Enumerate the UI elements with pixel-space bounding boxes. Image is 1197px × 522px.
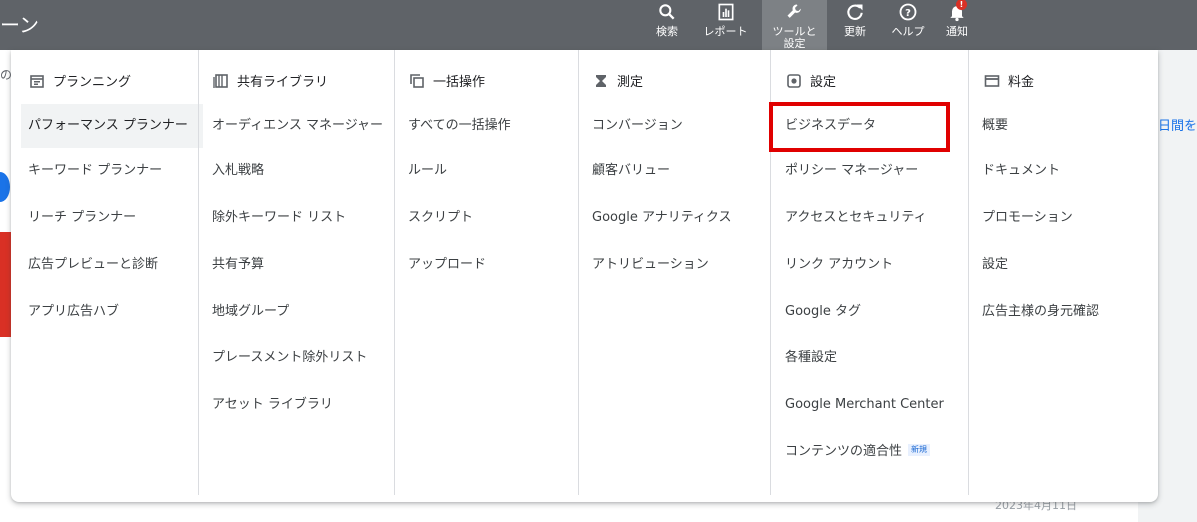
menu-item-google-merchant-center[interactable]: Google Merchant Center xyxy=(771,383,944,427)
menu-column-bulk-actions: 一括操作 すべての一括操作 ルール スクリプト アップロード xyxy=(394,50,579,495)
column-heading-label: 測定 xyxy=(617,75,644,90)
menu-item-promotions[interactable]: プロモーション xyxy=(969,196,1073,240)
search-button[interactable]: 検索 xyxy=(650,0,684,50)
column-heading-measurement: 測定 xyxy=(593,71,643,90)
menu-item-ad-preview[interactable]: 広告プレビューと診断 xyxy=(11,243,158,287)
column-heading-label: 料金 xyxy=(1008,75,1035,90)
background-date-range-link[interactable]: 日間を xyxy=(1158,115,1197,134)
column-heading-label: 共有ライブラリ xyxy=(237,75,329,90)
column-heading-bulk-actions: 一括操作 xyxy=(409,71,485,90)
column-heading-setup: 設定 xyxy=(786,71,836,90)
bell-icon: ! xyxy=(941,0,973,26)
menu-item-google-analytics[interactable]: Google アナリティクス xyxy=(579,196,732,240)
notifications-label: 通知 xyxy=(946,25,968,38)
menu-item-performance-planner[interactable]: パフォーマンス プランナー xyxy=(21,104,203,148)
menu-item-scripts[interactable]: スクリプト xyxy=(395,196,473,240)
menu-item-shared-budgets[interactable]: 共有予算 xyxy=(199,243,264,287)
menu-item-keyword-planner[interactable]: キーワード プランナー xyxy=(11,149,162,193)
svg-text:?: ? xyxy=(905,8,911,19)
refresh-icon xyxy=(838,2,872,26)
column-heading-shared-library: 共有ライブラリ xyxy=(213,71,328,90)
menu-item-asset-library[interactable]: アセット ライブラリ xyxy=(199,383,333,427)
calendar-icon xyxy=(29,73,45,89)
menu-column-billing: 料金 概要 ドキュメント プロモーション 設定 広告主様の身元確認 xyxy=(968,50,1159,495)
help-icon: ? xyxy=(887,2,929,26)
tools-settings-menu: プランニング パフォーマンス プランナー キーワード プランナー リーチ プラン… xyxy=(11,50,1158,502)
menu-column-shared-library: 共有ライブラリ オーディエンス マネージャー 入札戦略 除外キーワード リスト … xyxy=(198,50,395,495)
menu-item-advertiser-verification[interactable]: 広告主様の身元確認 xyxy=(969,290,1099,334)
menu-item-rules[interactable]: ルール xyxy=(395,149,447,193)
menu-item-placement-exclusion-lists[interactable]: プレースメント除外リスト xyxy=(199,336,367,380)
menu-item-billing-summary[interactable]: 概要 xyxy=(969,104,1008,148)
wrench-icon xyxy=(762,2,827,26)
menu-item-customer-value[interactable]: 顧客バリュー xyxy=(579,149,670,193)
menu-item-access-and-security[interactable]: アクセスとセキュリティ xyxy=(771,196,927,240)
menu-item-uploads[interactable]: アップロード xyxy=(395,243,486,287)
menu-item-audience-manager[interactable]: オーディエンス マネージャー xyxy=(199,104,383,148)
menu-column-setup: 設定 ビジネスデータ ポリシー マネージャー アクセスとセキュリティ リンク ア… xyxy=(769,50,969,495)
menu-item-documents[interactable]: ドキュメント xyxy=(969,149,1060,193)
search-icon xyxy=(650,2,684,26)
menu-item-negative-keyword-lists[interactable]: 除外キーワード リスト xyxy=(199,196,346,240)
copy-icon xyxy=(409,73,425,89)
menu-item-content-suitability[interactable]: コンテンツの適合性 新規 xyxy=(771,430,931,474)
report-label: レポート xyxy=(703,25,748,38)
column-heading-planning: プランニング xyxy=(29,71,131,90)
refresh-label: 更新 xyxy=(844,25,866,38)
report-button[interactable]: レポート xyxy=(698,0,753,50)
menu-item-billing-settings[interactable]: 設定 xyxy=(969,243,1008,287)
hourglass-icon xyxy=(593,73,609,89)
menu-item-all-bulk-actions[interactable]: すべての一括操作 xyxy=(395,104,511,148)
search-label: 検索 xyxy=(656,25,678,38)
menu-column-planning: プランニング パフォーマンス プランナー キーワード プランナー リーチ プラン… xyxy=(11,50,203,495)
menu-item-preferences[interactable]: 各種設定 xyxy=(771,336,837,380)
business-data-highlight-box xyxy=(769,102,950,152)
menu-column-measurement: 測定 コンバージョン 顧客バリュー Google アナリティクス アトリビューシ… xyxy=(578,50,771,495)
new-badge: 新規 xyxy=(908,444,931,456)
top-app-bar: ーン 検索 レポート ツールと 設定 更新 ? ヘルプ ! 通知 xyxy=(0,0,1197,50)
menu-item-policy-manager[interactable]: ポリシー マネージャー xyxy=(771,149,918,193)
column-heading-label: プランニング xyxy=(53,75,132,90)
library-icon xyxy=(213,73,229,89)
menu-item-reach-planner[interactable]: リーチ プランナー xyxy=(11,196,136,240)
content-suitability-label: コンテンツの適合性 xyxy=(785,444,903,459)
menu-item-location-groups[interactable]: 地域グループ xyxy=(199,290,289,334)
menu-item-conversions[interactable]: コンバージョン xyxy=(579,104,683,148)
menu-item-bid-strategies[interactable]: 入札戦略 xyxy=(199,149,264,193)
billing-icon xyxy=(984,73,1000,89)
menu-item-google-tag[interactable]: Google タグ xyxy=(771,290,861,334)
tools-and-settings-button[interactable]: ツールと 設定 xyxy=(762,0,827,50)
help-label: ヘルプ xyxy=(891,25,925,38)
menu-item-linked-accounts[interactable]: リンク アカウント xyxy=(771,243,893,287)
help-button[interactable]: ? ヘルプ xyxy=(887,0,929,50)
column-heading-billing: 料金 xyxy=(984,71,1034,90)
settings-icon xyxy=(786,73,802,89)
page-title-fragment: ーン xyxy=(0,13,39,37)
menu-item-attribution[interactable]: アトリビューション xyxy=(579,243,709,287)
notifications-button[interactable]: ! 通知 xyxy=(941,0,973,50)
tools-label-line2: 設定 xyxy=(783,37,806,50)
column-heading-label: 設定 xyxy=(810,75,837,90)
menu-item-app-ad-hub[interactable]: アプリ広告ハブ xyxy=(11,290,119,334)
refresh-button[interactable]: 更新 xyxy=(838,0,872,50)
report-icon xyxy=(698,2,753,26)
column-heading-label: 一括操作 xyxy=(433,75,486,90)
